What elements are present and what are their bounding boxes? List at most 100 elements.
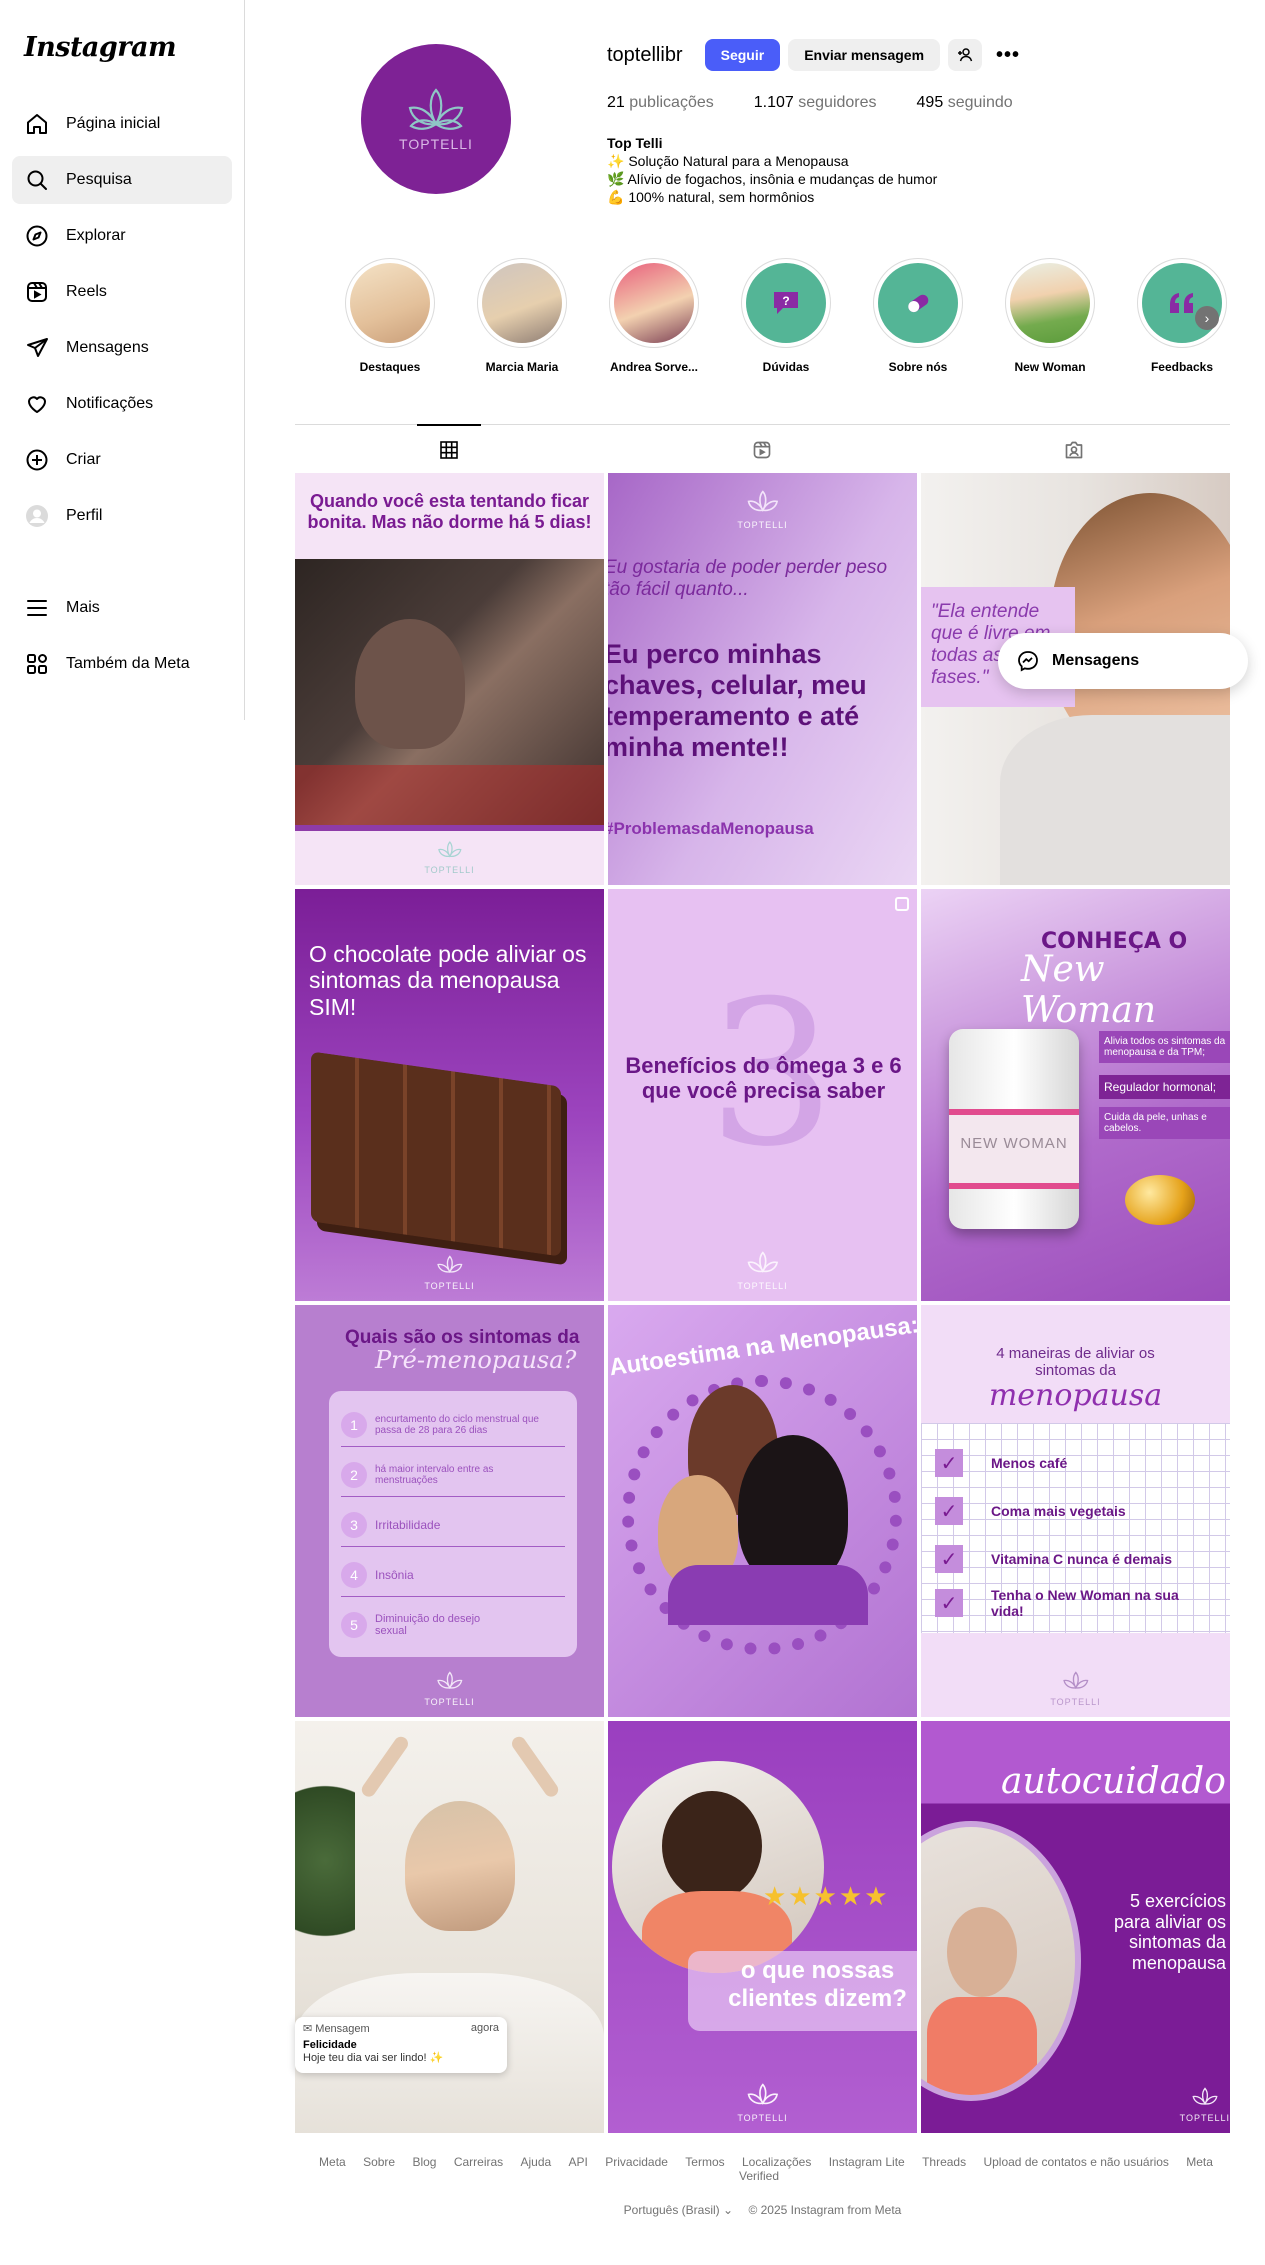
following-count: 495 [916, 94, 944, 111]
avatar-icon [24, 503, 50, 529]
tab-posts[interactable] [417, 424, 481, 474]
highlight-ring: ? [741, 258, 831, 348]
post-tile[interactable]: Eu gostaria de poder perder peso tão fác… [608, 473, 917, 885]
post-tile[interactable]: Quando você esta tentando ficar bonita. … [295, 473, 604, 885]
footer-link[interactable]: Termos [685, 2155, 724, 2169]
instagram-logo[interactable]: Instagram [12, 32, 232, 72]
question-chat-icon: ? [774, 292, 798, 314]
check-icon: ✓ [935, 1497, 963, 1525]
symptom-number: 1 [341, 1411, 367, 1438]
post-tile[interactable]: 3 Benefícios do ômega 3 e 6 que você pre… [608, 889, 917, 1301]
footer-link[interactable]: Carreiras [454, 2155, 503, 2169]
followers-stat[interactable]: 1.107 seguidores [754, 94, 877, 112]
checklist-text: Coma mais vegetais [991, 1503, 1126, 1519]
tab-reels[interactable] [730, 425, 794, 475]
footer-link[interactable]: Privacidade [605, 2155, 668, 2169]
messages-pill[interactable]: Mensagens [998, 633, 1248, 689]
sidebar-item-messages[interactable]: Mensagens [12, 324, 232, 372]
highlight-ring [345, 258, 435, 348]
brand-watermark: TOPTELLI [737, 1250, 787, 1291]
footer-link[interactable]: Upload de contatos e não usuários [983, 2155, 1168, 2169]
messages-pill-label: Mensagens [1052, 652, 1140, 669]
highlight-item[interactable]: Andrea Sorve... [599, 258, 709, 374]
highlight-item[interactable]: Destaques [335, 258, 445, 374]
mail-icon: ✉ [303, 2023, 313, 2035]
chocolate-image [311, 1051, 561, 1257]
bottle-label: NEW WOMAN [949, 1109, 1079, 1189]
post-tile[interactable]: Autoestima na Menopausa: Co [608, 1305, 917, 1717]
sidebar-item-profile[interactable]: Perfil [12, 492, 232, 540]
symptom-text: há maior intervalo entre as menstruações [375, 1463, 494, 1486]
post-tile[interactable]: autocuidado 5 exercícios para aliviar os… [921, 1721, 1230, 2133]
tab-tagged[interactable] [1042, 425, 1106, 475]
check-icon: ✓ [935, 1545, 963, 1573]
footer-link[interactable]: Ajuda [521, 2155, 552, 2169]
sidebar-item-meta[interactable]: Também da Meta [12, 640, 232, 688]
following-stat[interactable]: 495 seguindo [917, 94, 1013, 112]
footer-link[interactable]: Sobre [363, 2155, 395, 2169]
send-message-button[interactable]: Enviar mensagem [788, 39, 941, 71]
chevron-right-icon[interactable]: › [1195, 306, 1219, 330]
posts-stat: 21 publicações [607, 94, 714, 112]
product-bottle: NEW WOMAN [949, 1029, 1079, 1229]
bio-line: 💪 100% natural, sem hormônios [607, 189, 815, 205]
sidebar-item-notifications[interactable]: Notificações [12, 380, 232, 428]
brand-watermark: TOPTELLI [424, 1254, 474, 1291]
profile-username: toptellibr [607, 43, 683, 66]
bottle-label-text: NEW WOMAN [960, 1135, 1068, 1152]
footer-link[interactable]: Localizações [742, 2155, 811, 2169]
chevron-down-icon: ⌄ [723, 2203, 734, 2217]
highlight-item[interactable]: ? Dúvidas [731, 258, 841, 374]
symptom-item: 2 há maior intervalo entre as menstruaçõe… [341, 1453, 565, 1497]
following-label: seguindo [947, 94, 1013, 111]
post-tile[interactable]: CONHEÇA O New Woman NEW WOMAN Alivia tod… [921, 889, 1230, 1301]
paper-plane-icon [24, 335, 50, 361]
post-tile[interactable]: Quais são os sintomas da Pré-menopausa? … [295, 1305, 604, 1717]
notification-toast[interactable]: ✉ Mensagem agora Felicidade Hoje teu dia… [295, 2017, 507, 2073]
symptom-item: 1 encurtamento do ciclo menstrual que pas… [341, 1403, 565, 1447]
footer-bottom: Português (Brasil) ⌄ © 2025 Instagram fr… [295, 2203, 1230, 2217]
checklist-text: Tenha o New Woman na sua vida! [991, 1587, 1179, 1619]
sidebar-item-create[interactable]: Criar [12, 436, 232, 484]
toast-app-name: Mensagem [315, 2023, 370, 2035]
footer-link[interactable]: Meta [319, 2155, 346, 2169]
sidebar-item-more[interactable]: Mais [12, 584, 232, 632]
highlight-ring [1137, 258, 1227, 348]
highlight-item[interactable]: Sobre nós [863, 258, 973, 374]
highlight-item[interactable]: New Woman [995, 258, 1105, 374]
language-select[interactable]: Português (Brasil) ⌄ [624, 2203, 733, 2217]
sidebar-item-label: Explorar [66, 227, 126, 244]
highlight-item[interactable]: Feedbacks [1127, 258, 1237, 374]
sidebar-item-search[interactable]: Pesquisa [12, 156, 232, 204]
footer-link[interactable]: Instagram Lite [829, 2155, 905, 2169]
profile-tabs [295, 424, 1230, 474]
follow-button[interactable]: Seguir [704, 39, 781, 71]
suggest-accounts-button[interactable] [948, 39, 983, 71]
sidebar-item-reels[interactable]: Reels [12, 268, 232, 316]
exercise-photo [921, 1821, 1081, 2101]
brand-watermark-text: TOPTELLI [737, 2113, 788, 2123]
checklist-item: ✓ Vitamina C nunca é demais [935, 1545, 1172, 1573]
checklist-text: Menos café [991, 1455, 1068, 1471]
post-tile[interactable]: O chocolate pode aliviar os sintomas da … [295, 889, 604, 1301]
footer-link[interactable]: Threads [922, 2155, 966, 2169]
toast-title: Felicidade [303, 2039, 357, 2051]
profile-avatar[interactable]: TOPTELLI [361, 44, 511, 194]
more-options-icon[interactable]: ••• [996, 44, 1020, 67]
bio-line: ✨ Solução Natural para a Menopausa [607, 153, 849, 169]
post-tile[interactable]: 4 maneiras de aliviar os sintomas da men… [921, 1305, 1230, 1717]
highlight-item[interactable]: Marcia Maria [467, 258, 577, 374]
sidebar-item-home[interactable]: Página inicial [12, 100, 232, 148]
symptom-text: Insônia [375, 1567, 414, 1582]
sidebar-item-explore[interactable]: Explorar [12, 212, 232, 260]
sidebar-item-label: Criar [66, 451, 101, 468]
heart-icon [24, 391, 50, 417]
checklist-item: ✓ Menos café [935, 1449, 1067, 1477]
footer-link[interactable]: API [569, 2155, 588, 2169]
post-tile[interactable]: ★★★★★ o que nossas clientes dizem? TOPTE… [608, 1721, 917, 2133]
toast-header: ✉ Mensagem agora [303, 2022, 499, 2035]
menu-icon [24, 595, 50, 621]
footer-link[interactable]: Blog [412, 2155, 436, 2169]
lotus-logo-icon [436, 1671, 463, 1690]
lotus-logo-icon [436, 1255, 463, 1274]
